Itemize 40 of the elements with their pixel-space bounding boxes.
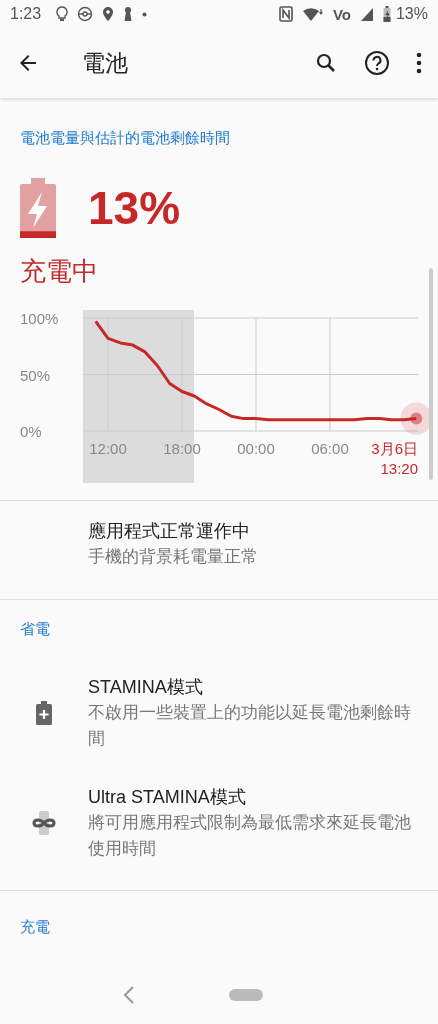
keyhole-icon — [123, 6, 134, 22]
section-header: 電池電量與估計的電池剩餘時間 — [19, 128, 231, 148]
scrollbar[interactable] — [429, 268, 433, 480]
screen-title: 電池 — [82, 48, 128, 78]
axis-label: 00:00 — [237, 440, 275, 457]
axis-label: 0% — [20, 423, 42, 440]
help-icon — [364, 50, 390, 76]
axis-label: 12:00 — [89, 440, 127, 457]
item-title[interactable]: STAMINA模式 — [88, 674, 422, 700]
current-time-label: 13:20 — [380, 460, 418, 477]
item-title[interactable]: 應用程式正常運作中 — [88, 518, 422, 544]
network-label: Vo — [332, 5, 351, 23]
battery-charging-icon — [20, 178, 56, 238]
axis-label: 18:00 — [163, 440, 201, 457]
axis-label: 50% — [20, 366, 51, 384]
charging-status: 充電中 — [19, 255, 99, 288]
battery-percentage: 13% — [395, 5, 428, 23]
axis-label: 100% — [20, 310, 59, 327]
back-chevron-icon — [123, 985, 135, 1005]
battery-charging-icon — [382, 6, 391, 22]
item-subtitle: 不啟用一些裝置上的功能以延長電池剩餘時間 — [88, 702, 412, 750]
dot-icon — [142, 11, 148, 17]
signal-icon — [359, 6, 374, 22]
battery-plus-icon — [36, 701, 52, 725]
item-subtitle: 手機的背景耗電量正常 — [88, 546, 259, 568]
ball-icon — [77, 6, 94, 22]
wifi-icon — [301, 6, 324, 22]
axis-label: 06:00 — [311, 440, 349, 457]
item-title[interactable]: Ultra STAMINA模式 — [88, 784, 422, 810]
more-options-icon — [416, 52, 422, 74]
location-pin-icon — [102, 6, 115, 22]
nfc-icon — [278, 6, 293, 22]
item-subtitle: 將可用應用程式限制為最低需求來延長電池使用時間 — [88, 812, 412, 860]
section-header: 省電 — [19, 619, 51, 639]
infinity-icon — [30, 811, 58, 835]
section-header: 充電 — [19, 917, 51, 937]
battery-percentage: 13% — [88, 181, 181, 235]
current-date-label: 3月6日 — [371, 440, 418, 457]
bulb-icon — [56, 6, 69, 22]
status-time: 1:23 — [10, 5, 42, 23]
